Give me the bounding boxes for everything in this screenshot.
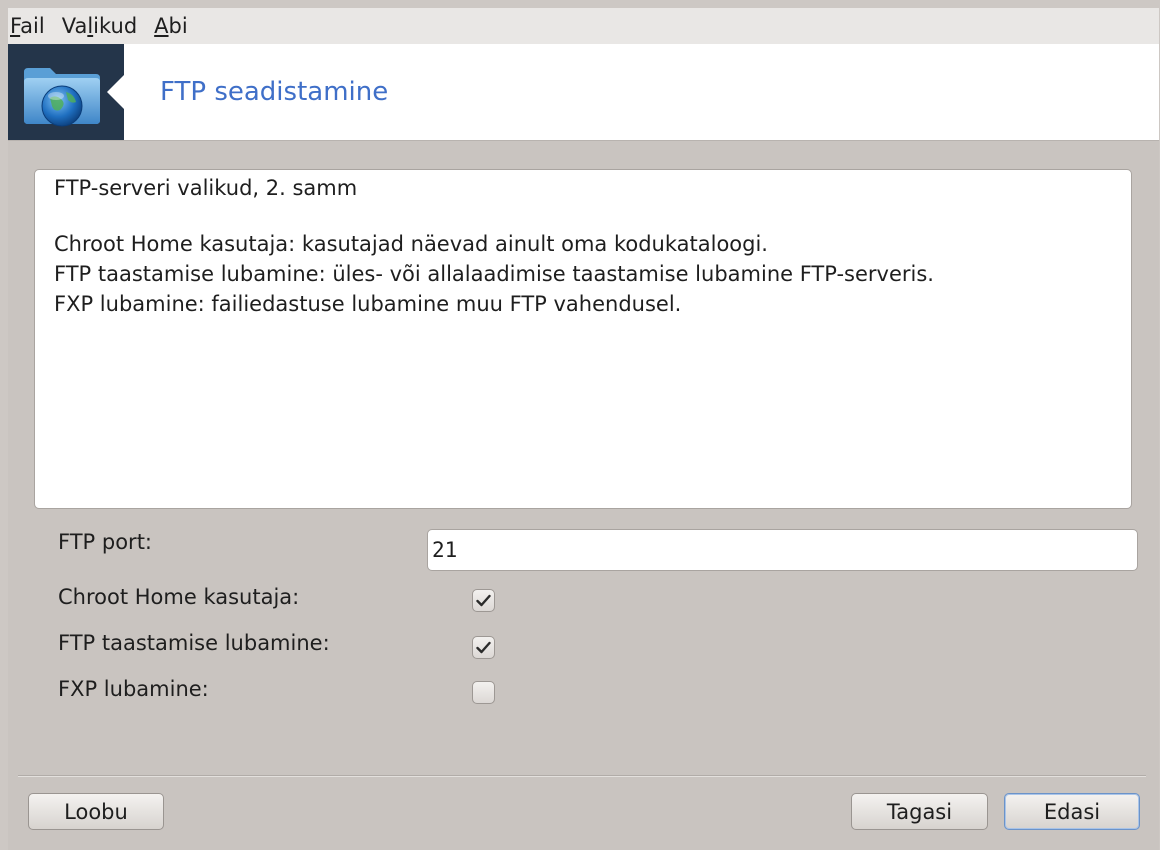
description-heading: FTP-serveri valikud, 2. samm <box>54 176 358 200</box>
checkmark-icon <box>476 594 491 607</box>
menu-bar: Fail Valikud Abi <box>8 8 1159 44</box>
back-button[interactable]: Tagasi <box>851 793 988 830</box>
description-fxp: FXP lubamine: failiedastuse lubamine muu… <box>54 292 682 316</box>
fxp-checkbox[interactable] <box>472 681 495 704</box>
header-banner: FTP seadistamine <box>8 44 1159 141</box>
menu-fail[interactable]: Fail <box>10 14 45 38</box>
menu-fail-mnemonic: F <box>10 14 21 38</box>
description-chroot: Chroot Home kasutaja: kasutajad näevad a… <box>54 232 768 256</box>
next-button[interactable]: Edasi <box>1004 793 1140 830</box>
description-resume: FTP taastamise lubamine: üles- või allal… <box>54 262 934 286</box>
menu-valikud[interactable]: Valikud <box>62 14 137 38</box>
menu-fail-rest: ail <box>20 14 45 38</box>
menu-abi[interactable]: Abi <box>154 14 188 38</box>
chroot-checkbox[interactable] <box>472 589 495 612</box>
cancel-button[interactable]: Loobu <box>28 793 164 830</box>
chroot-label: Chroot Home kasutaja: <box>58 585 300 609</box>
dialog-window: Fail Valikud Abi FTP seadistamine FTP-se… <box>8 8 1159 850</box>
resume-checkbox[interactable] <box>472 636 495 659</box>
folder-globe-icon <box>24 68 100 127</box>
ftp-port-label: FTP port: <box>58 530 152 554</box>
page-title: FTP seadistamine <box>160 77 389 107</box>
fxp-label: FXP lubamine: <box>58 677 209 701</box>
ftp-port-input[interactable] <box>427 529 1138 571</box>
menu-abi-mnemonic: A <box>154 14 169 38</box>
checkmark-icon <box>476 641 491 654</box>
separator <box>18 775 1146 777</box>
banner-icon-box <box>8 44 125 140</box>
menu-abi-rest: bi <box>168 14 188 38</box>
description-box: FTP-serveri valikud, 2. samm Chroot Home… <box>34 169 1132 509</box>
resume-label: FTP taastamise lubamine: <box>58 631 330 655</box>
menu-valikud-pre: Va <box>61 14 88 38</box>
menu-valikud-rest: ikud <box>93 14 138 38</box>
